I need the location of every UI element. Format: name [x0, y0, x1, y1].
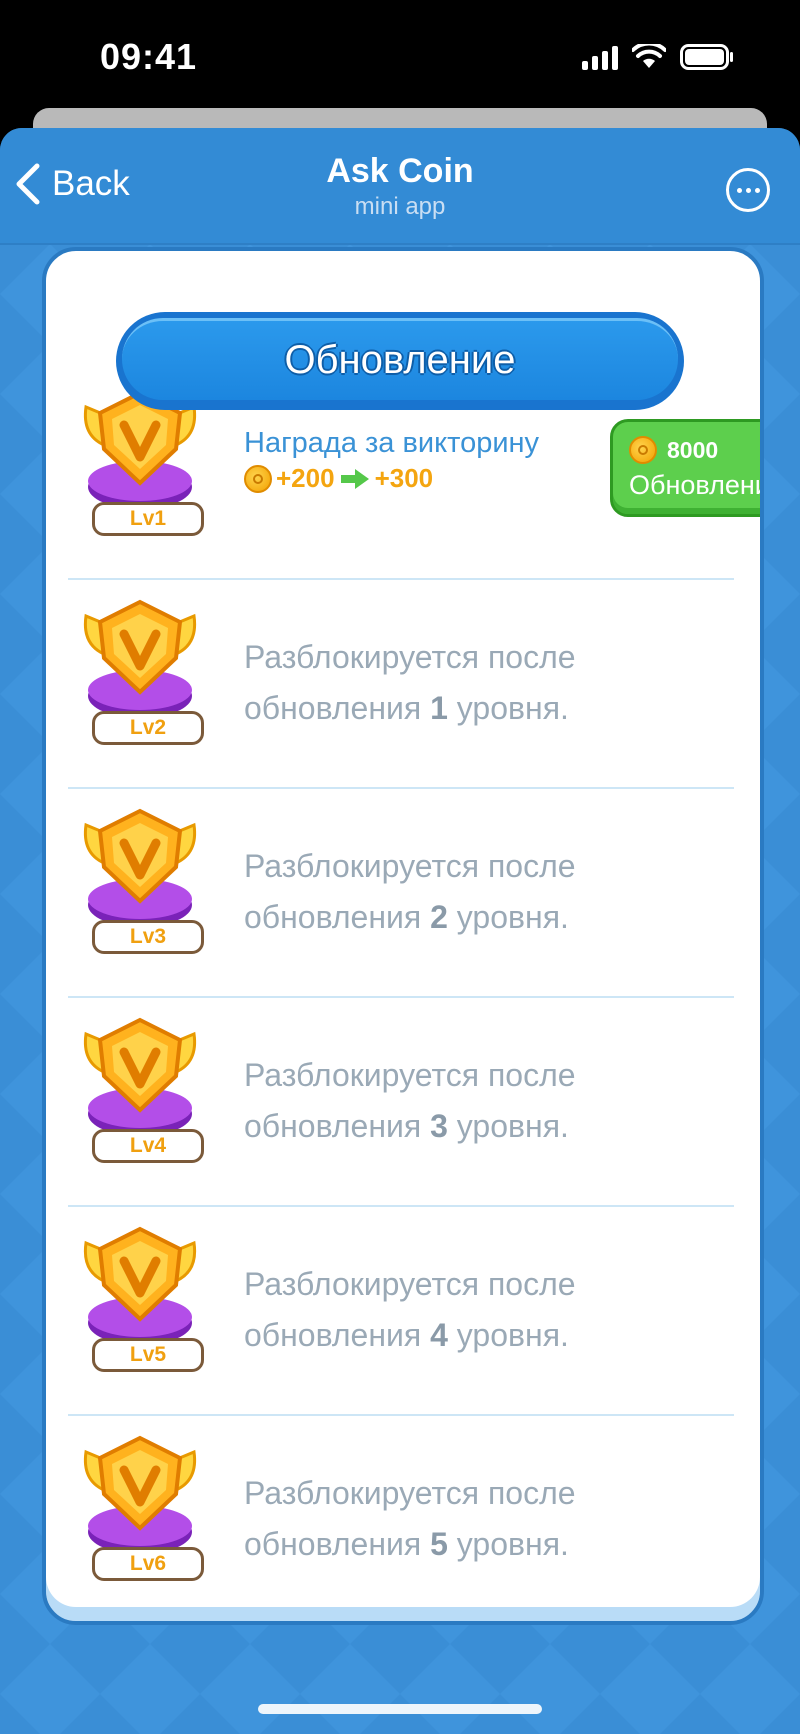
- level-row-5: Lv5 Разблокируется после обновления 4 ур…: [68, 1207, 734, 1416]
- section-banner: Обновление: [116, 312, 684, 410]
- coin-icon: [629, 436, 657, 464]
- locked-suffix: уровня.: [456, 1317, 569, 1353]
- level-label: Lv2: [92, 711, 204, 745]
- wifi-icon: [632, 44, 666, 68]
- reward-title: Награда за викторину: [244, 427, 540, 459]
- banner-inner: Обновление: [122, 318, 678, 400]
- level-row-2: Lv2 Разблокируется после обновления 1 ур…: [68, 580, 734, 789]
- locked-message: Разблокируется после обновления 2 уровня…: [244, 841, 714, 943]
- upgrade-card: Lv1 Награда за викторину +200 +300 8000 …: [42, 247, 764, 1625]
- level-label: Lv1: [92, 502, 204, 536]
- coin-icon: [244, 464, 272, 493]
- app-subtitle: mini app: [354, 193, 446, 220]
- required-level: 4: [430, 1317, 448, 1353]
- chevron-left-icon: [16, 163, 40, 205]
- arrow-right-icon: [340, 468, 369, 489]
- locked-message: Разблокируется после обновления 4 уровня…: [244, 1259, 714, 1361]
- banner-title: Обновление: [284, 338, 516, 382]
- locked-message: Разблокируется после обновления 5 уровня…: [244, 1468, 714, 1570]
- required-level: 3: [430, 1108, 448, 1144]
- battery-icon: [680, 44, 733, 70]
- app-title: Ask Coin: [326, 152, 474, 190]
- title-block: Ask Coin mini app: [200, 152, 600, 221]
- upgrade-button[interactable]: 8000 Обновление: [610, 419, 760, 517]
- status-icons: [582, 44, 734, 70]
- signal-icon: [582, 44, 618, 70]
- upgrade-cost: 8000: [629, 436, 718, 464]
- required-level: 1: [430, 690, 448, 726]
- status-time: 09:41: [100, 36, 198, 77]
- locked-suffix: уровня.: [456, 1526, 569, 1562]
- level-label: Lv3: [92, 920, 204, 954]
- level-label: Lv4: [92, 1129, 204, 1163]
- reward-to: +300: [374, 463, 434, 493]
- level-label: Lv6: [92, 1547, 204, 1581]
- app-header: Back Ask Coin mini app: [0, 128, 800, 245]
- locked-suffix: уровня.: [456, 690, 569, 726]
- locked-suffix: уровня.: [456, 1108, 569, 1144]
- level-label: Lv5: [92, 1338, 204, 1372]
- locked-message: Разблокируется после обновления 1 уровня…: [244, 632, 714, 734]
- reward-from: +200: [276, 463, 335, 493]
- upgrade-label: Обновление: [629, 470, 760, 500]
- level-row-6: Lv6 Разблокируется после обновления 5 ур…: [68, 1416, 734, 1621]
- back-label: Back: [52, 164, 130, 203]
- reward-values: +200 +300: [244, 463, 433, 494]
- home-indicator[interactable]: [258, 1704, 542, 1714]
- locked-message: Разблокируется после обновления 3 уровня…: [244, 1050, 714, 1152]
- upgrade-cost-value: 8000: [667, 436, 719, 463]
- status-bar: 09:41: [0, 0, 800, 110]
- required-level: 5: [430, 1526, 448, 1562]
- locked-suffix: уровня.: [456, 899, 569, 935]
- level-row-3: Lv3 Разблокируется после обновления 2 ур…: [68, 789, 734, 998]
- back-button[interactable]: Back: [14, 162, 130, 206]
- more-icon[interactable]: [726, 168, 770, 212]
- level-row-4: Lv4 Разблокируется после обновления 3 ур…: [68, 998, 734, 1207]
- required-level: 2: [430, 899, 448, 935]
